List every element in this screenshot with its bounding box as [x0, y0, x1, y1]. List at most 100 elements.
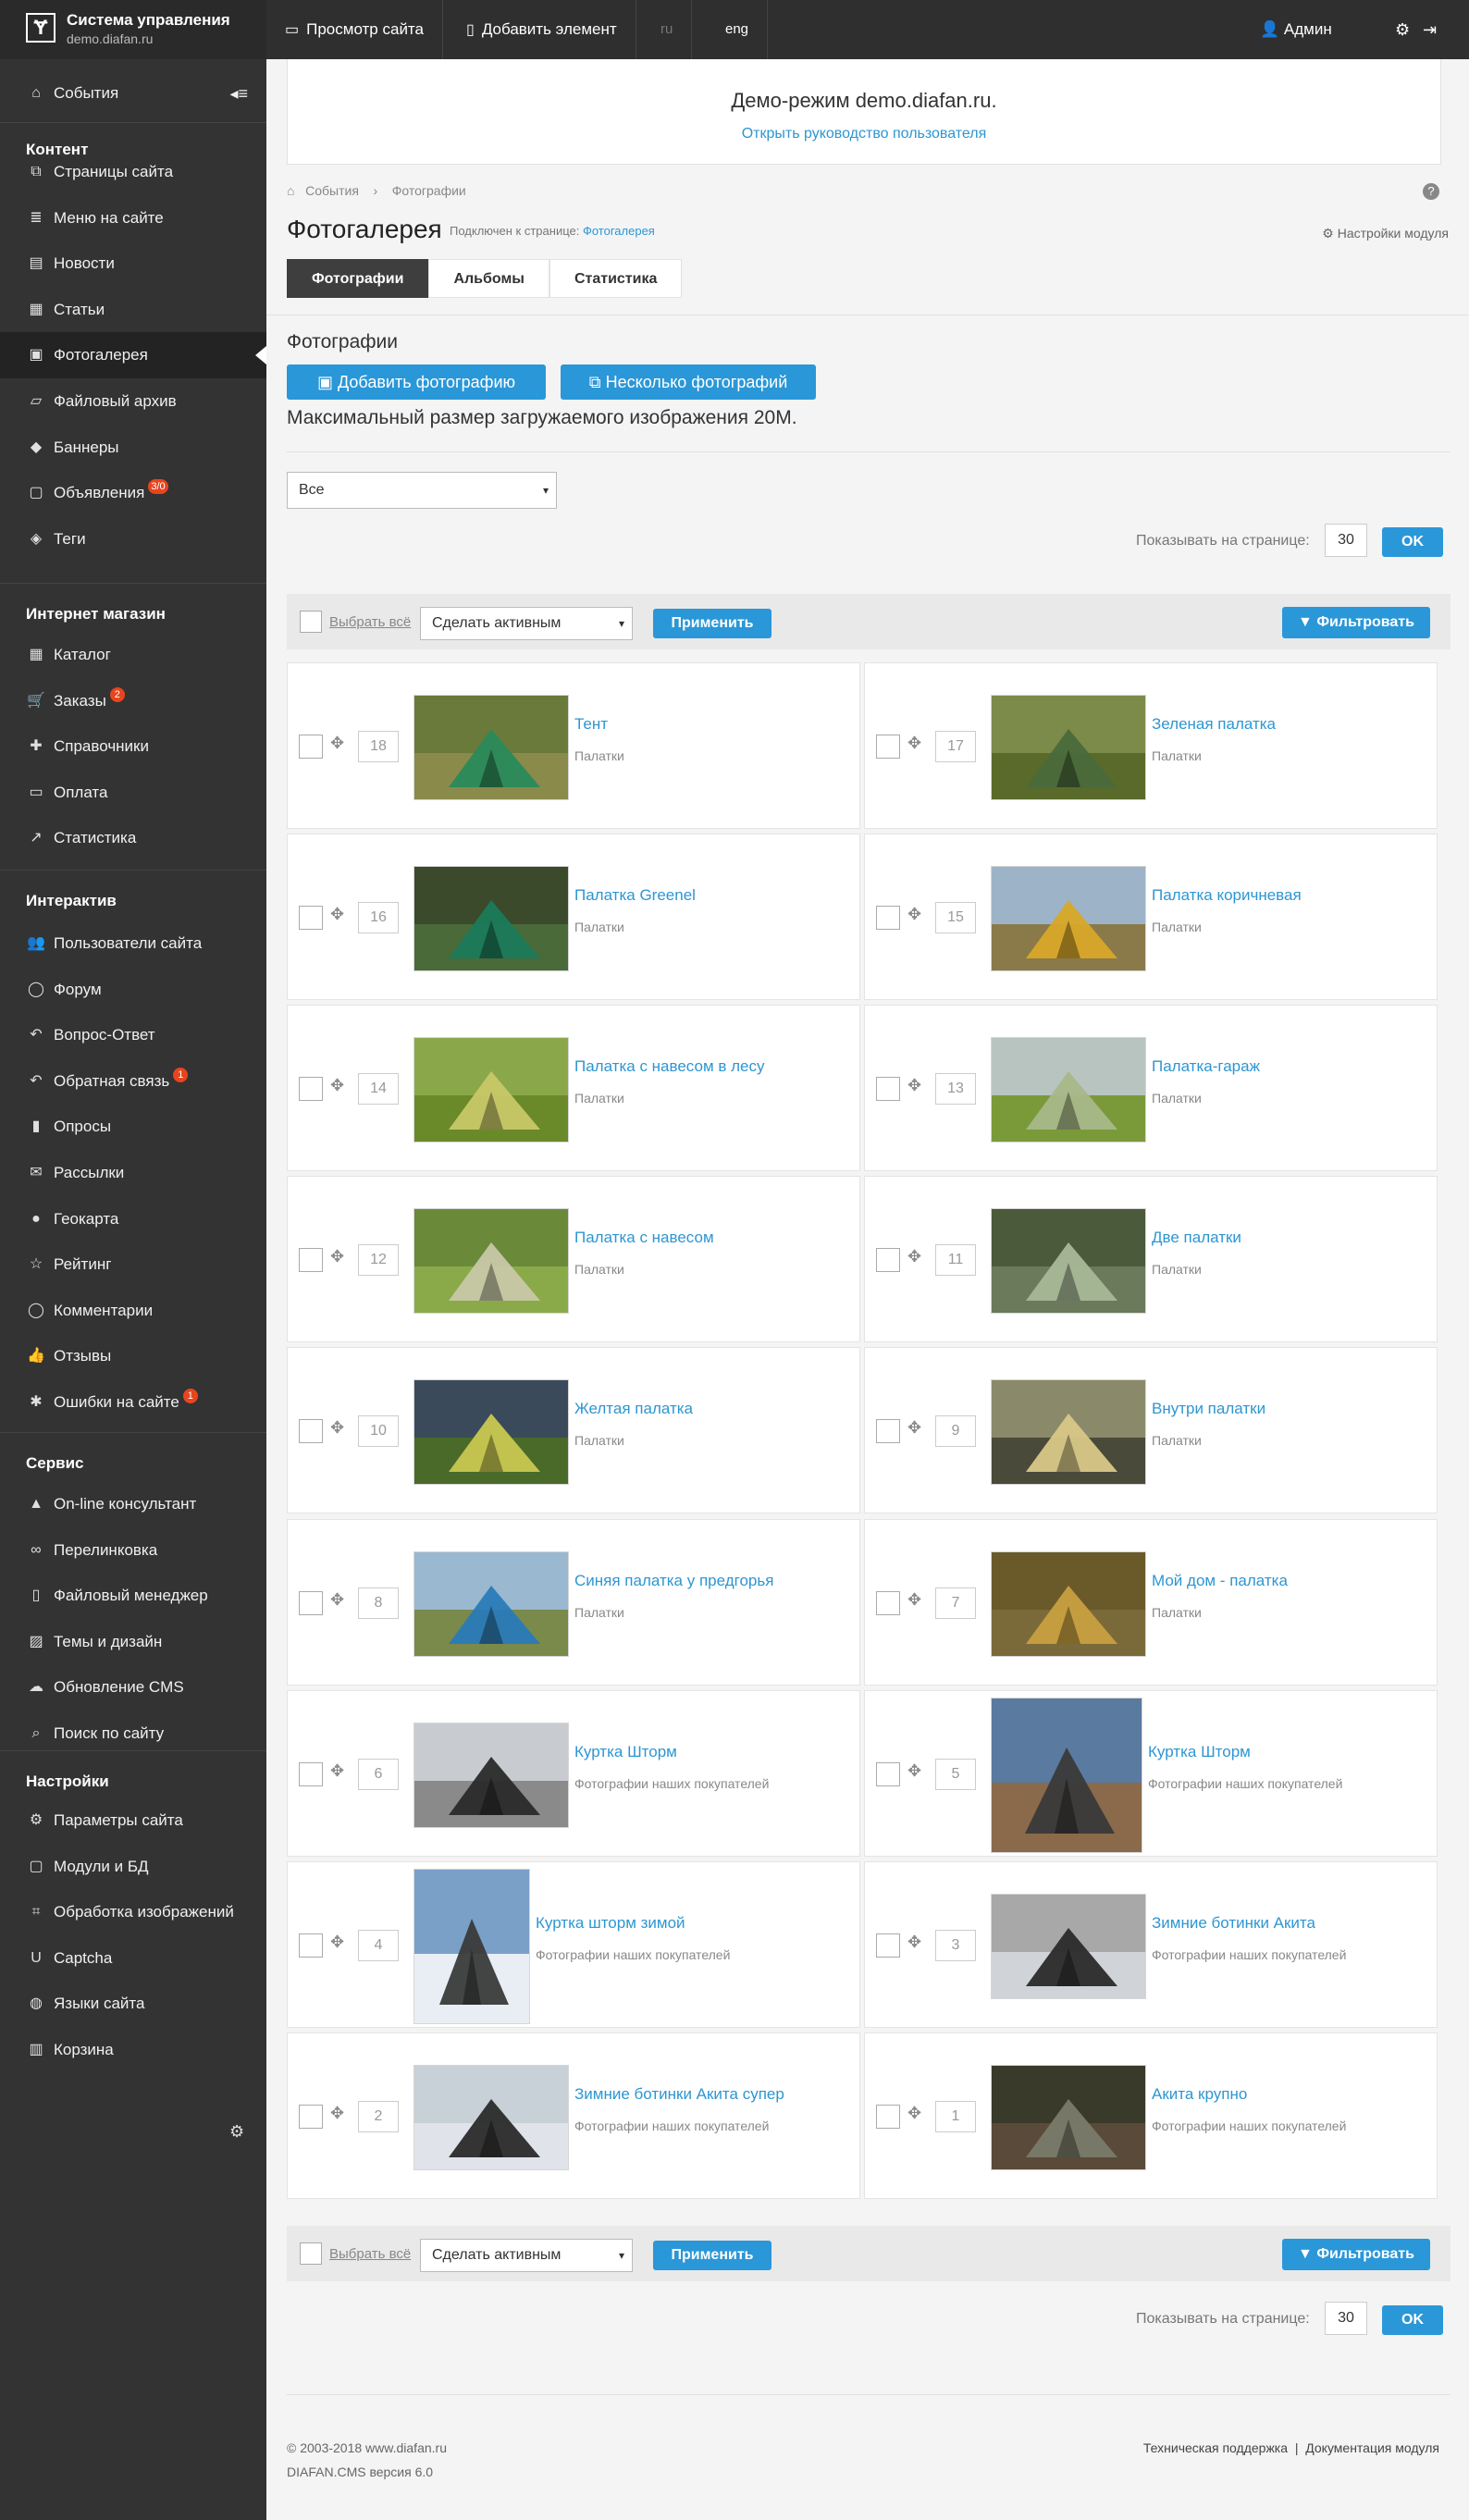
photo-title-link[interactable]: Палатка с навесом [574, 1229, 714, 1247]
sidebar-item[interactable]: ◍ Языки сайта [0, 1981, 266, 2027]
user-guide-link[interactable]: Открыть руководство пользователя [288, 126, 1440, 142]
lang-ru-link[interactable]: ru [642, 0, 693, 59]
item-checkbox[interactable] [876, 1248, 900, 1272]
photo-title-link[interactable]: Палатка коричневая [1152, 886, 1302, 905]
item-checkbox[interactable] [876, 2105, 900, 2129]
item-checkbox[interactable] [299, 1933, 323, 1958]
sidebar-item[interactable]: ▣ Фотогалерея [0, 332, 266, 378]
add-multiple-photos-button[interactable]: ⧉ Несколько фотографий [561, 364, 816, 400]
sort-number[interactable]: 7 [935, 1587, 976, 1619]
sort-number[interactable]: 12 [358, 1244, 399, 1276]
sidebar-item[interactable]: 🛒 Заказы 2 [0, 678, 266, 724]
photo-title-link[interactable]: Синяя палатка у предгорья [574, 1572, 773, 1590]
sort-number[interactable]: 8 [358, 1587, 399, 1619]
sort-number[interactable]: 18 [358, 731, 399, 762]
sort-number[interactable]: 2 [358, 2101, 399, 2132]
photo-thumbnail[interactable] [414, 695, 569, 800]
photo-thumbnail[interactable] [991, 1551, 1146, 1657]
item-checkbox[interactable] [876, 1762, 900, 1786]
photo-thumbnail[interactable] [991, 1894, 1146, 1999]
item-checkbox[interactable] [876, 906, 900, 930]
photo-thumbnail[interactable] [414, 866, 569, 971]
sidebar-item[interactable]: ⌗ Обработка изображений [0, 1889, 266, 1935]
photo-title-link[interactable]: Зимние ботинки Акита супер [574, 2085, 784, 2104]
photo-title-link[interactable]: Палатка-гараж [1152, 1057, 1260, 1076]
sidebar-item[interactable]: ∞ Перелинковка [0, 1527, 266, 1574]
sort-number[interactable]: 16 [358, 902, 399, 933]
sort-number[interactable]: 13 [935, 1073, 976, 1105]
docs-link[interactable]: Документация модуля [1305, 2440, 1439, 2455]
sidebar-item[interactable]: 👥 Пользователи сайта [0, 920, 266, 967]
item-checkbox[interactable] [299, 2105, 323, 2129]
move-icon[interactable]: ✥ [330, 734, 344, 753]
sort-number[interactable]: 6 [358, 1759, 399, 1790]
move-icon[interactable]: ✥ [907, 1247, 921, 1266]
sidebar-item[interactable]: U Captcha [0, 1935, 266, 1982]
photo-thumbnail[interactable] [414, 1723, 569, 1828]
item-checkbox[interactable] [876, 1419, 900, 1443]
move-icon[interactable]: ✥ [330, 2104, 344, 2123]
apply-button[interactable]: Применить [653, 2241, 772, 2270]
photo-thumbnail[interactable] [991, 695, 1146, 800]
collapse-menu-icon[interactable]: ◂≡ [229, 67, 248, 120]
select-all-link[interactable]: Выбрать всё [329, 2246, 411, 2262]
sidebar-item[interactable]: ▦ Каталог [0, 632, 266, 678]
sidebar-item[interactable]: ▯ Файловый менеджер [0, 1573, 266, 1619]
move-icon[interactable]: ✥ [330, 1418, 344, 1438]
move-icon[interactable]: ✥ [330, 1590, 344, 1610]
sidebar-item[interactable]: ▮ Опросы [0, 1104, 266, 1150]
item-checkbox[interactable] [876, 1077, 900, 1101]
module-settings-link[interactable]: ⚙ Настройки модуля [1322, 226, 1449, 241]
sidebar-item[interactable]: ↶ Вопрос-Ответ [0, 1012, 266, 1058]
group-action-select[interactable]: Сделать активным [420, 607, 633, 640]
sidebar-item[interactable]: ▢ Объявления 3/0 [0, 470, 266, 516]
move-icon[interactable]: ✥ [907, 1590, 921, 1610]
sidebar-item[interactable]: ↶ Обратная связь 1 [0, 1058, 266, 1105]
move-icon[interactable]: ✥ [907, 2104, 921, 2123]
sidebar-item[interactable]: ✱ Ошибки на сайте 1 [0, 1379, 266, 1426]
sidebar-item[interactable]: ⧉ Страницы сайта [0, 149, 266, 195]
sidebar-item[interactable]: ▭ Оплата [0, 770, 266, 816]
help-icon[interactable]: ? [1423, 183, 1439, 200]
move-icon[interactable]: ✥ [330, 905, 344, 924]
sort-number[interactable]: 4 [358, 1930, 399, 1961]
sidebar-item[interactable]: ✉ Рассылки [0, 1150, 266, 1196]
item-checkbox[interactable] [299, 906, 323, 930]
item-checkbox[interactable] [876, 1933, 900, 1958]
item-checkbox[interactable] [299, 1762, 323, 1786]
sidebar-item[interactable]: ▦ Статьи [0, 287, 266, 333]
photo-title-link[interactable]: Тент [574, 715, 608, 734]
sort-number[interactable]: 3 [935, 1930, 976, 1961]
photo-thumbnail[interactable] [414, 1551, 569, 1657]
item-checkbox[interactable] [299, 1419, 323, 1443]
move-icon[interactable]: ✥ [907, 734, 921, 753]
user-menu[interactable]: 👤 Админ [1260, 0, 1332, 59]
move-icon[interactable]: ✥ [330, 1761, 344, 1781]
photo-title-link[interactable]: Куртка Шторм [1148, 1743, 1251, 1761]
sidebar-item[interactable]: ☁ Обновление CMS [0, 1664, 266, 1711]
sidebar-item[interactable]: ☆ Рейтинг [0, 1241, 266, 1288]
photo-thumbnail[interactable] [414, 1379, 569, 1485]
photo-thumbnail[interactable] [414, 1869, 530, 2024]
photo-title-link[interactable]: Зимние ботинки Акита [1152, 1914, 1315, 1933]
photo-title-link[interactable]: Палатка с навесом в лесу [574, 1057, 765, 1076]
sidebar-item[interactable]: ◯ Комментарии [0, 1288, 266, 1334]
photo-thumbnail[interactable] [991, 1037, 1146, 1143]
photo-title-link[interactable]: Палатка Greenel [574, 886, 696, 905]
item-checkbox[interactable] [876, 1591, 900, 1615]
photo-thumbnail[interactable] [991, 2065, 1146, 2170]
photo-title-link[interactable]: Внутри палатки [1152, 1400, 1265, 1418]
sidebar-item[interactable]: ⚙ Параметры сайта [0, 1797, 266, 1844]
photo-thumbnail[interactable] [414, 1037, 569, 1143]
sidebar-item[interactable]: ≣ Меню на сайте [0, 195, 266, 241]
sort-number[interactable]: 14 [358, 1073, 399, 1105]
photo-thumbnail[interactable] [414, 2065, 569, 2170]
item-checkbox[interactable] [299, 1591, 323, 1615]
sort-number[interactable]: 15 [935, 902, 976, 933]
move-icon[interactable]: ✥ [907, 1418, 921, 1438]
photo-thumbnail[interactable] [991, 1379, 1146, 1485]
support-link[interactable]: Техническая поддержка [1143, 2440, 1288, 2455]
sidebar-item[interactable]: ▢ Модули и БД [0, 1844, 266, 1890]
settings-icon[interactable]: ⚙ [1395, 0, 1410, 59]
per-page-input[interactable]: 30 [1325, 524, 1367, 557]
